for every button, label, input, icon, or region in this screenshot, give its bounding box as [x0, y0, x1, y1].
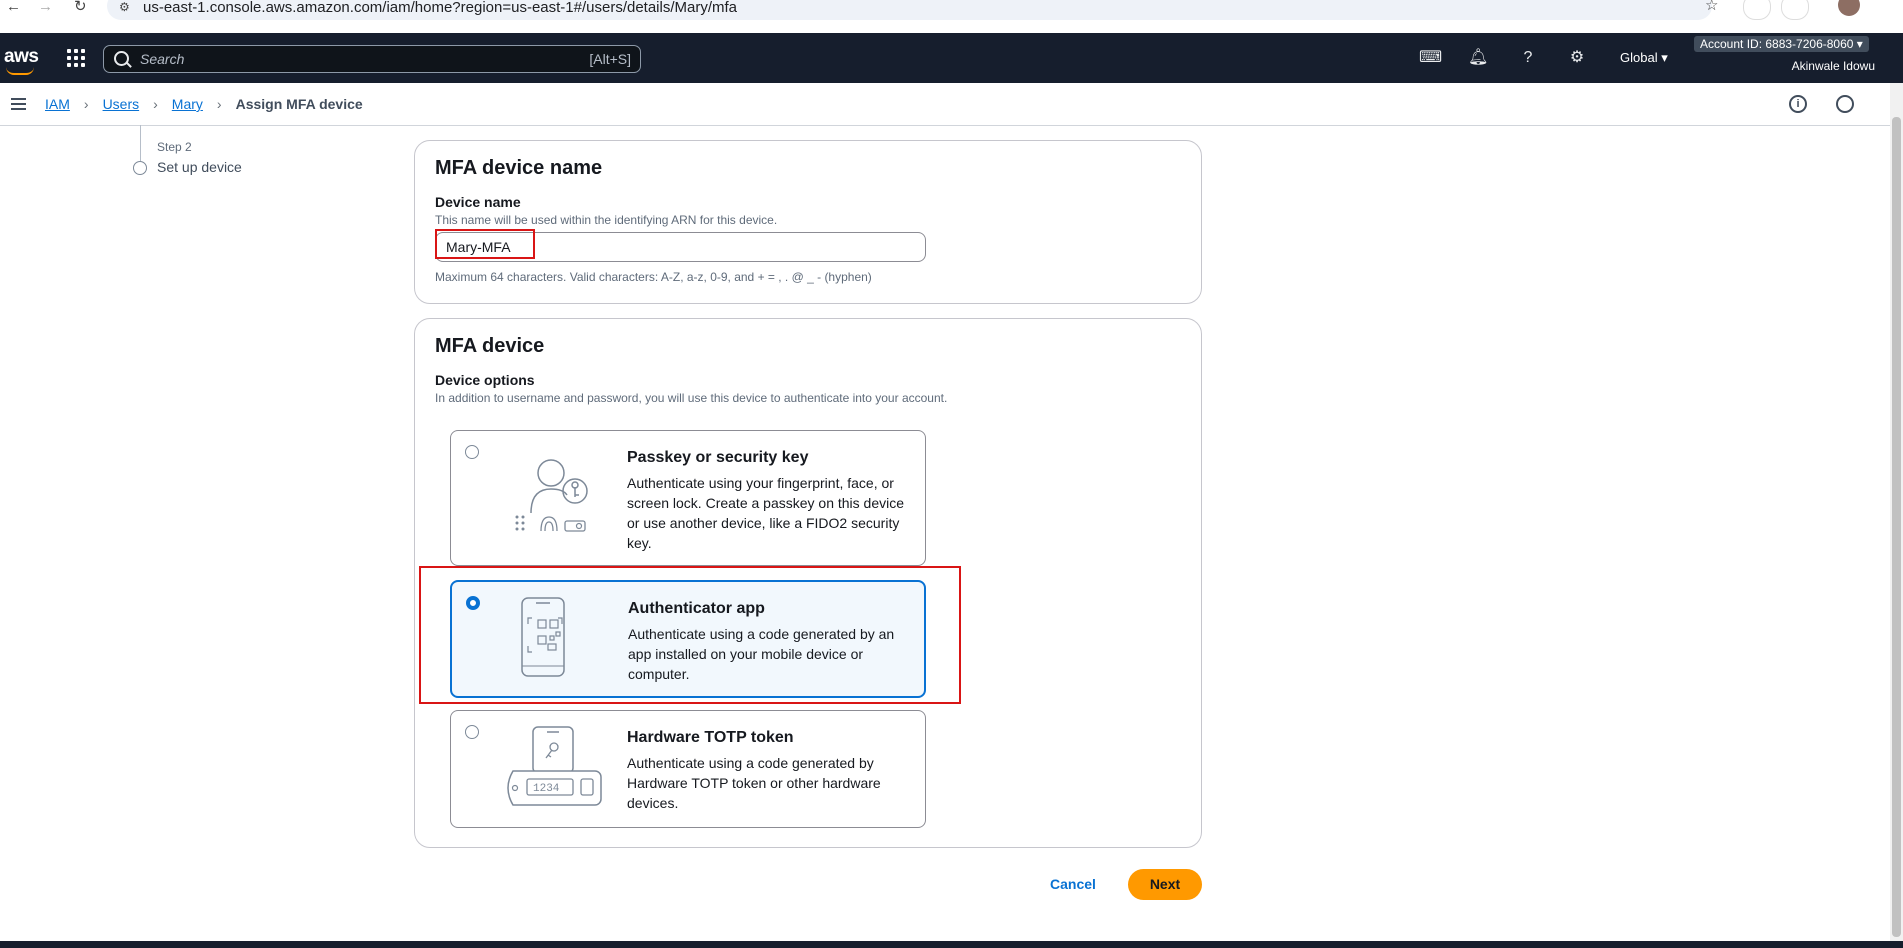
- step-connector: [140, 125, 141, 161]
- reload-icon[interactable]: ↻: [74, 0, 87, 16]
- device-name-description: This name will be used within the identi…: [435, 213, 778, 227]
- next-button[interactable]: Next: [1128, 869, 1202, 900]
- radio-hardware-totp[interactable]: [465, 725, 479, 739]
- aws-top-nav: aws Search [Alt+S] ⌨ 🔔︎ ? ⚙ Global ▾ Acc…: [0, 33, 1903, 83]
- option-title: Passkey or security key: [627, 449, 809, 466]
- option-description: Authenticate using your fingerprint, fac…: [627, 475, 905, 551]
- page-scrollbar[interactable]: [1890, 83, 1903, 941]
- step-title[interactable]: Set up device: [157, 159, 242, 175]
- device-options-description: In addition to username and password, yo…: [435, 391, 948, 405]
- breadcrumb-mary[interactable]: Mary: [172, 96, 203, 112]
- breadcrumb-users[interactable]: Users: [103, 96, 140, 112]
- breadcrumb-current: Assign MFA device: [235, 96, 363, 112]
- search-icon: [114, 51, 129, 66]
- hardware-token-illustration-icon: 1234: [507, 726, 602, 806]
- forward-arrow-icon[interactable]: →: [38, 0, 53, 16]
- annotation-highlight: [419, 566, 961, 704]
- bookmark-star-icon[interactable]: ☆: [1705, 0, 1718, 15]
- extensions-puzzle-icon[interactable]: [1781, 0, 1809, 20]
- chevron-right-icon: ›: [83, 96, 89, 112]
- browser-toolbar: ← → ↻ ⚙ us-east-1.console.aws.amazon.com…: [0, 0, 1903, 34]
- menu-hamburger-icon[interactable]: [11, 98, 26, 110]
- option-passkey[interactable]: Passkey or security key Authenticate usi…: [450, 430, 926, 566]
- site-info-icon[interactable]: ⚙: [119, 0, 130, 16]
- option-description: Authenticate using a code generated by H…: [627, 755, 881, 811]
- aws-logo[interactable]: aws: [4, 46, 39, 68]
- panel-title: MFA device name: [435, 157, 603, 179]
- extension-icon[interactable]: [1743, 0, 1771, 20]
- step-number: Step 2: [157, 140, 192, 154]
- cloudshell-icon[interactable]: ⌨: [1419, 48, 1442, 68]
- passkey-illustration-icon: [515, 459, 588, 532]
- chevron-right-icon: ›: [153, 96, 158, 112]
- user-menu[interactable]: Akinwale Idowu: [1792, 59, 1875, 73]
- settings-gear-icon[interactable]: ⚙: [1567, 48, 1587, 68]
- option-hardware-totp[interactable]: 1234 Hardware TOTP token Authenticate us…: [450, 710, 926, 828]
- tools-panel-icon[interactable]: [1836, 95, 1854, 113]
- radio-passkey[interactable]: [465, 445, 479, 459]
- back-arrow-icon[interactable]: ←: [6, 0, 21, 16]
- device-name-panel: MFA device name Device name This name wi…: [414, 140, 1202, 304]
- option-title: Hardware TOTP token: [627, 729, 794, 746]
- step-circle-icon: [133, 161, 147, 175]
- device-options-label: Device options: [435, 372, 535, 388]
- info-icon[interactable]: i: [1789, 95, 1807, 113]
- notifications-bell-icon[interactable]: 🔔︎: [1468, 48, 1488, 68]
- address-bar[interactable]: ⚙ us-east-1.console.aws.amazon.com/iam/h…: [107, 0, 1718, 20]
- device-name-label: Device name: [435, 194, 521, 210]
- panel-title: MFA device: [435, 335, 545, 357]
- url-text[interactable]: us-east-1.console.aws.amazon.com/iam/hom…: [143, 0, 737, 16]
- browser-profile-avatar[interactable]: [1838, 0, 1860, 16]
- aws-logo-smile-icon: [6, 67, 34, 75]
- footer-bar: [0, 941, 1903, 948]
- device-name-constraint: Maximum 64 characters. Valid characters:…: [435, 270, 872, 284]
- scrollbar-thumb[interactable]: [1892, 117, 1901, 937]
- search-placeholder: Search: [140, 51, 185, 67]
- annotation-highlight: [435, 229, 535, 259]
- cancel-button[interactable]: Cancel: [1050, 876, 1096, 892]
- token-display-text: 1234: [533, 783, 560, 795]
- account-id-menu[interactable]: Account ID: 6883-7206-8060 ▾: [1694, 36, 1869, 52]
- breadcrumb: IAM › Users › Mary › Assign MFA device: [45, 96, 363, 112]
- search-input[interactable]: Search [Alt+S]: [103, 45, 641, 73]
- breadcrumb-iam[interactable]: IAM: [45, 96, 70, 112]
- breadcrumb-bar: IAM › Users › Mary › Assign MFA device i: [0, 83, 1890, 126]
- search-shortcut-hint: [Alt+S]: [589, 51, 631, 67]
- region-selector[interactable]: Global ▾: [1620, 50, 1668, 66]
- help-icon[interactable]: ?: [1518, 48, 1538, 68]
- chevron-right-icon: ›: [216, 96, 222, 112]
- services-grid-icon[interactable]: [67, 49, 85, 67]
